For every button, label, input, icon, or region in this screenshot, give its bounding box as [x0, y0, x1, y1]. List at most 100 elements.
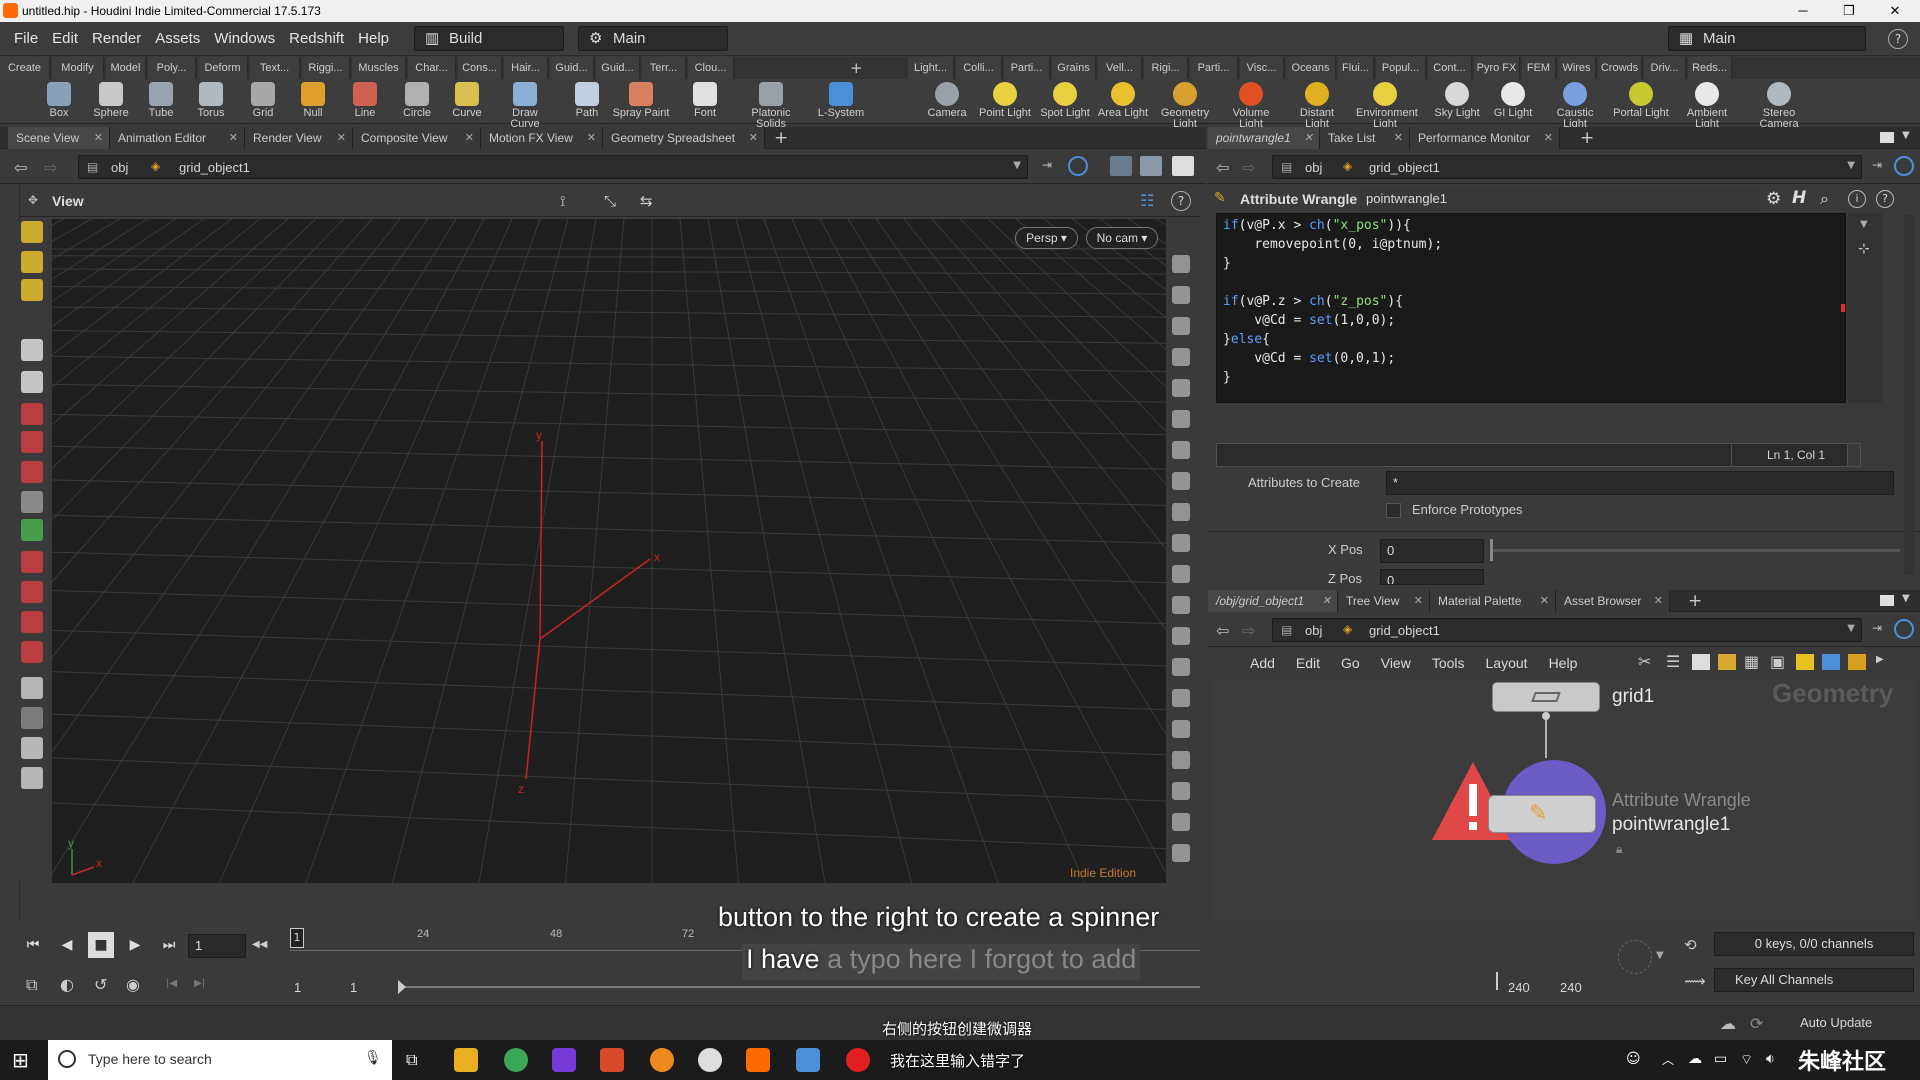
viewport-tool-icon[interactable]	[21, 461, 43, 483]
snapshot-icon[interactable]: ▣	[1770, 652, 1785, 671]
windows-start-icon[interactable]: ⊞	[12, 1048, 29, 1072]
affinity-icon[interactable]	[552, 1048, 576, 1072]
shelf-tool-point-light[interactable]: Point Light	[976, 79, 1034, 124]
chevron-down-icon[interactable]: ▼	[1847, 623, 1855, 634]
chevron-down-icon[interactable]: ▼	[1656, 950, 1664, 961]
menu-view[interactable]: View	[1381, 655, 1411, 671]
display-option-icon[interactable]	[1172, 751, 1190, 769]
display-option-icon[interactable]	[1172, 379, 1190, 397]
shelf-tool-font[interactable]: Font	[676, 79, 734, 124]
app-icon[interactable]	[600, 1048, 624, 1072]
chevron-down-icon[interactable]: ▼	[1860, 219, 1868, 230]
shelf-tab[interactable]: Clou...	[688, 57, 734, 79]
menu-redshift[interactable]: Redshift	[289, 30, 344, 47]
shelf-tab[interactable]: Modify	[52, 57, 104, 79]
viewport-tool-icon[interactable]	[21, 767, 43, 789]
shelf-tool-environment-light[interactable]: Environment Light	[1356, 79, 1418, 130]
viewport-tool-icon[interactable]	[21, 519, 43, 541]
close-tab-icon[interactable]: ✕	[1414, 590, 1423, 612]
search-icon[interactable]: ⌕	[1820, 189, 1829, 209]
shelf-tab[interactable]: Wires	[1558, 57, 1596, 79]
render-icon[interactable]	[1140, 156, 1162, 176]
prev-key-icon[interactable]: |◀	[166, 978, 177, 989]
display-option-icon[interactable]	[1172, 348, 1190, 366]
menu-assets[interactable]: Assets	[155, 30, 200, 47]
hscript-icon[interactable]: H	[1792, 188, 1806, 208]
range-start-handle[interactable]	[398, 980, 406, 994]
viewport-tool-icon[interactable]	[21, 431, 43, 453]
close-tab-icon[interactable]: ✕	[749, 127, 758, 149]
shelf-tab[interactable]: Cont...	[1428, 57, 1472, 79]
jump-start-icon[interactable]: ⏮	[20, 932, 46, 958]
shelf-tool-l-system[interactable]: L-System	[812, 79, 870, 124]
shelf-tool-platonic-solids[interactable]: Platonic Solids	[742, 79, 800, 130]
shelf-tab[interactable]: Colli...	[956, 57, 1002, 79]
display-option-icon[interactable]	[1172, 441, 1190, 459]
forward-arrow-icon[interactable]: ⇨	[44, 158, 57, 177]
shelf-tab[interactable]: Popul...	[1376, 57, 1426, 79]
path-node[interactable]: grid_object1	[1369, 160, 1440, 175]
path-field[interactable]: ▤ obj ◈ grid_object1 ▼	[1272, 155, 1862, 179]
path-node[interactable]: grid_object1	[1369, 623, 1440, 638]
shelf-tool-null[interactable]: Null	[284, 79, 342, 124]
display-option-icon[interactable]	[1172, 255, 1190, 273]
viewport-tool-icon[interactable]	[21, 403, 43, 425]
folder-icon[interactable]	[1848, 654, 1866, 670]
display-option-icon[interactable]	[1172, 286, 1190, 304]
link-icon[interactable]	[1068, 156, 1088, 176]
task-view-icon[interactable]: ⧉	[406, 1050, 417, 1070]
shelf-tool-caustic-light[interactable]: Caustic Light	[1546, 79, 1604, 130]
shelf-tab[interactable]: Guid...	[596, 57, 640, 79]
node-name-field[interactable]: pointwrangle1	[1360, 188, 1760, 210]
tab-tree-view[interactable]: Tree View ✕	[1338, 590, 1430, 612]
minimize-icon[interactable]: ─	[1780, 0, 1826, 22]
tree-icon[interactable]: ☰	[1666, 652, 1680, 671]
sticky-note-icon[interactable]	[1796, 654, 1814, 670]
output-port[interactable]	[1542, 712, 1550, 720]
tab-motion-fx-view[interactable]: Motion FX View ✕	[481, 127, 603, 149]
tab-material-palette[interactable]: Material Palette ✕	[1430, 590, 1556, 612]
close-tab-icon[interactable]: ✕	[1322, 590, 1331, 612]
shelf-tab[interactable]: Cons...	[458, 57, 502, 79]
keys-channels-field[interactable]: 0 keys, 0/0 channels	[1714, 932, 1914, 956]
playhead[interactable]: 1	[290, 928, 304, 948]
camera-button[interactable]: No cam ▾	[1086, 227, 1158, 249]
select-mode-icon[interactable]: ⟟	[560, 192, 566, 210]
viewport-tool-icon[interactable]	[21, 551, 43, 573]
vex-code-editor[interactable]: if(v@P.x > ch("x_pos")){ removepoint(0, …	[1216, 213, 1846, 403]
viewport-tool-icon[interactable]	[21, 371, 43, 393]
pane-menu-icon[interactable]: ▼	[1902, 130, 1910, 141]
taskbar-search[interactable]: Type here to search 🎙︎	[48, 1040, 392, 1080]
pointwrangle1-node[interactable]: ✎	[1488, 795, 1596, 833]
display-option-icon[interactable]	[1172, 720, 1190, 738]
shelf-tab[interactable]: Terr...	[642, 57, 686, 79]
x-pos-slider-handle[interactable]	[1490, 539, 1493, 561]
add-tab-icon[interactable]: +	[1580, 128, 1594, 148]
path-field[interactable]: ▤ obj ◈ grid_object1 ▼	[1272, 618, 1862, 642]
chevron-right-icon[interactable]: ▶	[1876, 654, 1884, 665]
shelf-tab[interactable]: Text...	[250, 57, 300, 79]
viewport-tool-icon[interactable]	[21, 707, 43, 729]
menu-help[interactable]: Help	[1549, 655, 1578, 671]
shelf-tab[interactable]: Char...	[408, 57, 456, 79]
unity-icon[interactable]	[698, 1048, 722, 1072]
x-pos-slider[interactable]	[1490, 549, 1900, 552]
display-option-icon[interactable]	[1172, 627, 1190, 645]
shelf-tool-path[interactable]: Path	[558, 79, 616, 124]
realtime-icon[interactable]: ⧉	[26, 975, 37, 995]
auto-key-icon[interactable]	[1618, 940, 1652, 974]
grid1-node[interactable]	[1492, 682, 1600, 712]
display-option-icon[interactable]	[1172, 503, 1190, 521]
tab-render-view[interactable]: Render View ✕	[245, 127, 353, 149]
tab-scene-view[interactable]: Scene View ✕	[8, 127, 110, 149]
file-explorer-icon[interactable]	[454, 1048, 478, 1072]
shelf-tab[interactable]: Pyro FX	[1474, 57, 1520, 79]
shelf-tool-ambient-light[interactable]: Ambient Light	[1678, 79, 1736, 130]
range-end[interactable]: 240	[1508, 980, 1530, 995]
cloud-tray-icon[interactable]: ☁	[1688, 1051, 1702, 1067]
right-context-select[interactable]: Main ▦	[1668, 26, 1866, 51]
viewport-tool-icon[interactable]	[21, 677, 43, 699]
add-tab-icon[interactable]: +	[1688, 591, 1702, 611]
maximize-pane-icon[interactable]	[1880, 595, 1894, 606]
viewport-tool-icon[interactable]	[21, 581, 43, 603]
